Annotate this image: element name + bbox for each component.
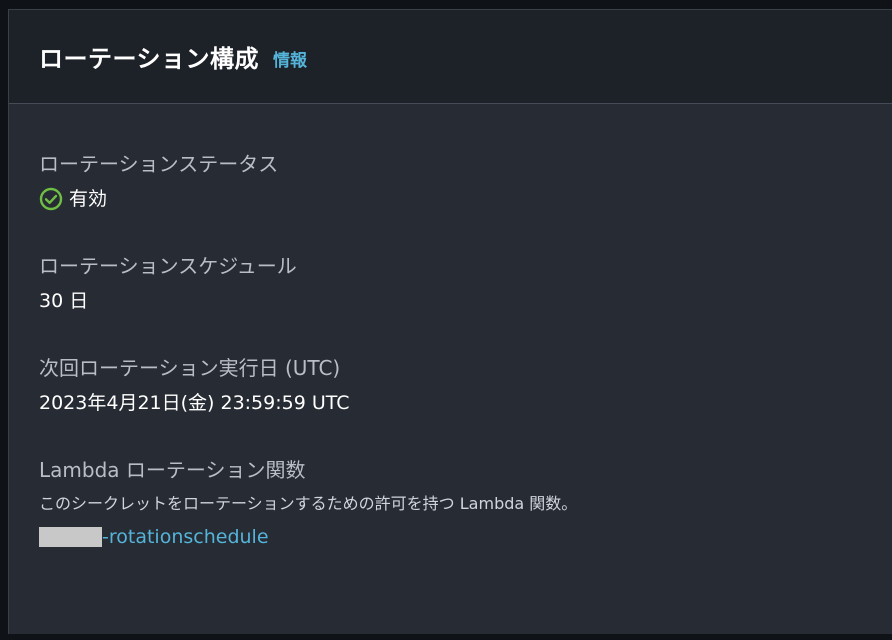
next-rotation-value: 2023年4月21日(金) 23:59:59 UTC (39, 392, 350, 414)
lambda-function-description: このシークレットをローテーションするための許可を持つ Lambda 関数。 (39, 494, 578, 513)
lambda-function-name[interactable]: -rotationschedule (102, 524, 269, 550)
status-text: 有効 (69, 188, 108, 210)
panel-body: ローテーションステータス 有効 ローテーションスケジュール 30 日 次回ローテ… (9, 104, 892, 550)
rotation-schedule-value: 30 日 (39, 290, 89, 312)
next-rotation-field: 次回ローテーション実行日 (UTC) 2023年4月21日(金) 23:59:5… (39, 354, 892, 416)
next-rotation-label: 次回ローテーション実行日 (UTC) (39, 356, 341, 380)
rotation-schedule-field: ローテーションスケジュール 30 日 (39, 252, 892, 314)
rotation-status-label: ローテーションステータス (39, 152, 279, 176)
info-link[interactable]: 情報 (273, 46, 307, 71)
lambda-function-field: Lambda ローテーション関数 このシークレットをローテーションするための許可… (39, 456, 892, 550)
lambda-function-label: Lambda ローテーション関数 (39, 458, 306, 482)
rotation-schedule-label: ローテーションスケジュール (39, 254, 297, 278)
check-circle-icon (39, 187, 63, 211)
lambda-function-link[interactable]: -rotationschedule (39, 524, 892, 550)
rotation-status-field: ローテーションステータス 有効 (39, 150, 892, 212)
page-title: ローテーション構成 (39, 45, 260, 73)
panel-header: ローテーション構成 情報 (9, 10, 892, 104)
rotation-config-panel: ローテーション構成 情報 ローテーションステータス 有効 ローテーションスケジュ… (8, 9, 892, 634)
redacted-block (39, 527, 102, 547)
rotation-status-value: 有効 (39, 186, 892, 212)
